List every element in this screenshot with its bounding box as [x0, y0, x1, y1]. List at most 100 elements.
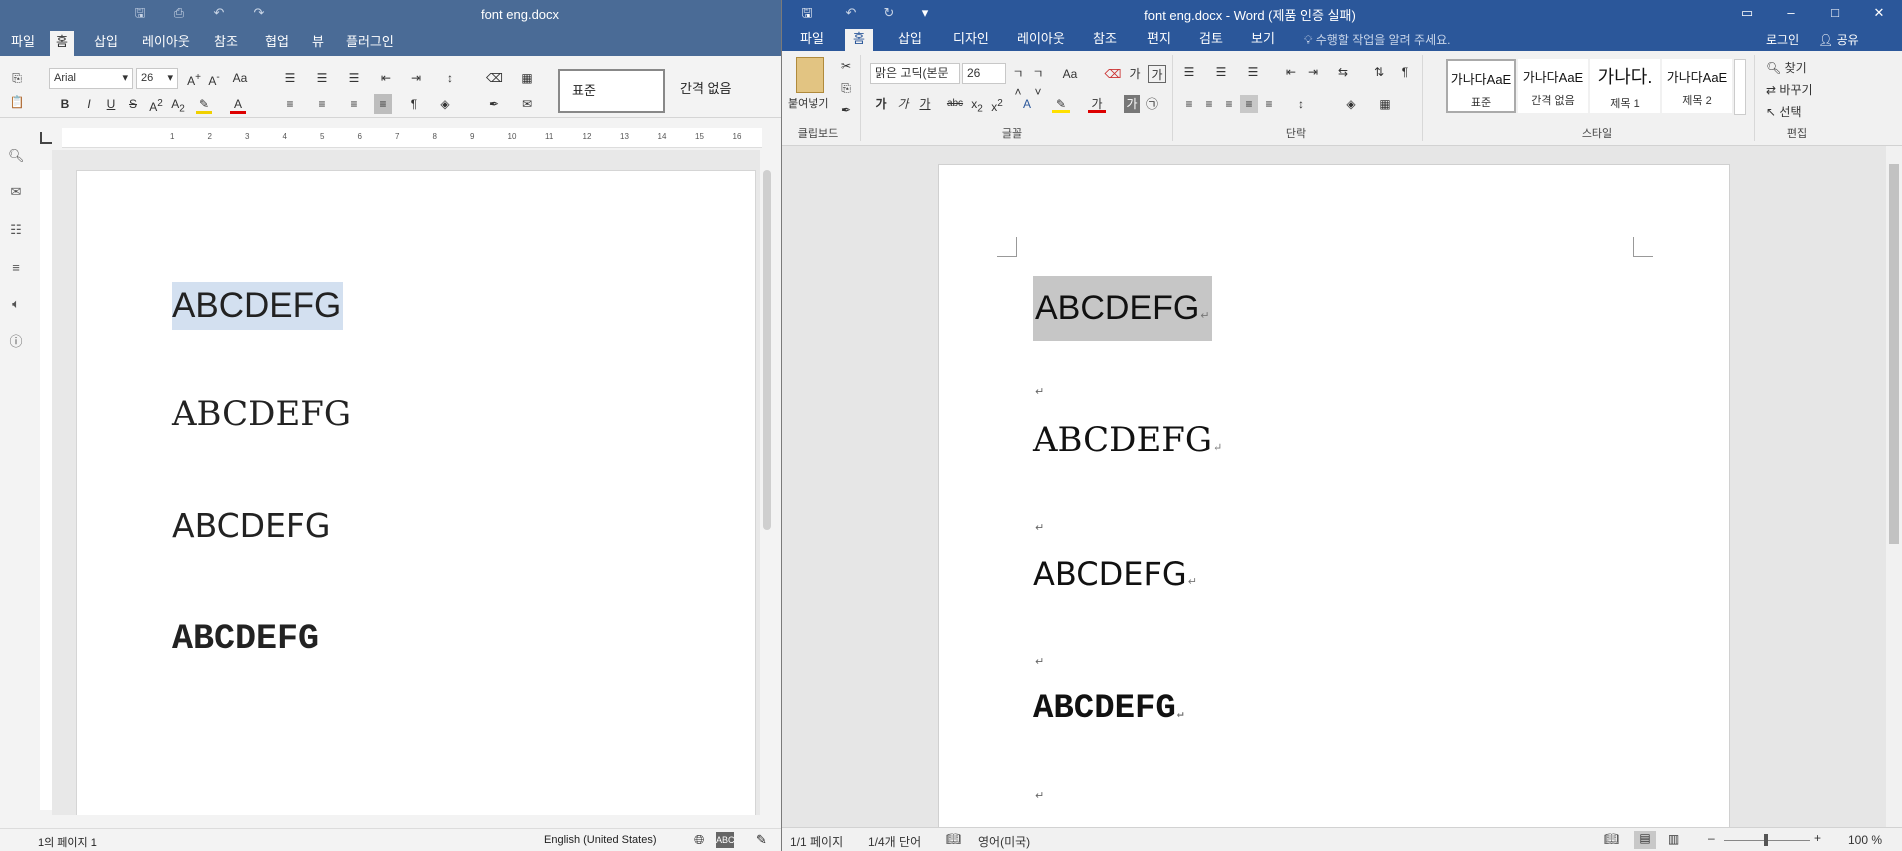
clear-format-icon[interactable]: ⌫: [486, 68, 503, 88]
subscript-icon[interactable]: A2: [170, 94, 186, 114]
number-list-icon[interactable]: ☰: [1212, 63, 1230, 81]
navigation-icon[interactable]: ≡: [8, 260, 24, 276]
minimize-icon[interactable]: –: [1784, 6, 1798, 20]
left-vertical-scrollbar[interactable]: [760, 150, 774, 820]
cut-icon[interactable]: ✂: [838, 57, 854, 75]
proofing-icon[interactable]: 📖︎: [946, 832, 961, 846]
char-shading-icon[interactable]: 가: [1124, 95, 1140, 113]
right-line-mono-bold[interactable]: ABCDEFG↵: [1033, 690, 1183, 728]
left-line-mono-bold[interactable]: ABCDEFG: [172, 619, 319, 659]
tell-me-box[interactable]: 💡︎ 수행할 작업을 알려 주세요.: [1304, 31, 1451, 48]
bullet-list-icon[interactable]: ☰: [1180, 63, 1198, 81]
paste-icon[interactable]: [796, 57, 824, 93]
redo-icon[interactable]: ↷: [252, 6, 266, 20]
chat-icon[interactable]: ☷: [8, 222, 24, 238]
font-color-icon[interactable]: A: [230, 94, 246, 114]
right-font-size-select[interactable]: 26: [962, 63, 1006, 84]
left-menu-file[interactable]: 파일: [5, 34, 41, 56]
undo-icon[interactable]: ↶: [212, 6, 226, 20]
left-menu-view[interactable]: 뷰: [306, 34, 330, 56]
horizontal-ruler[interactable]: 1 2 3 4 5 6 7 8 9 10 11 12 13 14 15 16: [62, 128, 762, 148]
style-heading-2[interactable]: 가나다AaE 제목 2: [1662, 59, 1732, 113]
select-button[interactable]: ↖ 선택: [1766, 103, 1802, 120]
style-no-spacing[interactable]: 간격 없음: [668, 69, 778, 113]
page-count[interactable]: 1/1 페이지: [790, 833, 843, 850]
align-left-icon[interactable]: ≡: [282, 94, 298, 114]
left-line-sans[interactable]: ABCDEFG: [172, 506, 331, 545]
left-menu-plugin[interactable]: 플러그인: [340, 34, 400, 56]
scroll-thumb[interactable]: [1889, 164, 1899, 544]
text-effects-icon[interactable]: A: [1018, 95, 1036, 113]
change-case-icon[interactable]: Aa: [1058, 65, 1082, 83]
phonetic-icon[interactable]: 가: [1126, 65, 1144, 83]
strikethrough-icon[interactable]: S: [126, 94, 140, 114]
zoom-out-icon[interactable]: –: [1708, 831, 1715, 845]
align-right-icon[interactable]: ≡: [1220, 95, 1238, 113]
right-document-page[interactable]: ABCDEFG↵ ↵ ABCDEFG↵ ↵ ABCDEFG↵ ↵ ABCDEFG…: [938, 164, 1730, 827]
undo-icon[interactable]: ↶: [844, 6, 858, 20]
maximize-icon[interactable]: □: [1828, 6, 1842, 20]
tab-view[interactable]: 보기: [1243, 31, 1283, 47]
customize-quick-access-icon[interactable]: ▾: [918, 6, 932, 20]
spellcheck-icon[interactable]: ABC: [716, 832, 735, 848]
line-spacing-icon[interactable]: ↕: [1290, 95, 1312, 113]
left-menu-collab[interactable]: 협업: [259, 34, 295, 56]
left-line-arial-selected[interactable]: ABCDEFG: [172, 282, 344, 330]
left-horizontal-scrollbar[interactable]: [52, 815, 760, 827]
paragraph-mark-icon[interactable]: ¶: [406, 94, 422, 114]
underline-icon[interactable]: U: [104, 94, 118, 114]
login-link[interactable]: 로그인: [1766, 31, 1799, 48]
left-menu-insert[interactable]: 삽입: [88, 34, 124, 56]
char-border-icon[interactable]: 가: [1148, 65, 1166, 83]
highlight-icon[interactable]: ✎: [196, 94, 212, 114]
styles-scroll[interactable]: [1734, 59, 1746, 115]
tab-stop-selector[interactable]: [40, 132, 52, 144]
line-spacing-icon[interactable]: ↕: [440, 68, 460, 88]
bold-icon[interactable]: 가: [874, 95, 888, 113]
word-count[interactable]: 1/4개 단어: [868, 833, 921, 850]
copy-icon[interactable]: ⎘: [838, 79, 854, 97]
increase-indent-icon[interactable]: ⇥: [408, 68, 424, 88]
font-color-icon[interactable]: 가: [1088, 95, 1106, 113]
track-changes-icon[interactable]: ✎: [756, 832, 767, 848]
save-icon[interactable]: 🖫: [800, 6, 814, 20]
distribute-icon[interactable]: ≡: [1260, 95, 1278, 113]
italic-icon[interactable]: 가: [896, 95, 910, 113]
sort-icon[interactable]: ⇅: [1370, 63, 1388, 81]
decrease-indent-icon[interactable]: ⇤: [1282, 63, 1300, 81]
comment-icon[interactable]: ✉: [8, 184, 24, 200]
style-normal[interactable]: 가나다AaE 표준: [1446, 59, 1516, 113]
read-mode-icon[interactable]: 📖︎: [1604, 832, 1619, 846]
align-center-icon[interactable]: ≡: [314, 94, 330, 114]
format-painter-icon[interactable]: ✒: [838, 101, 854, 119]
highlight-icon[interactable]: ✎: [1052, 95, 1070, 113]
tab-insert[interactable]: 삽입: [890, 31, 930, 47]
left-font-size-select[interactable]: 26 ▾: [136, 68, 178, 89]
print-icon[interactable]: ⎙: [172, 6, 186, 20]
speaker-icon[interactable]: 🔈︎: [8, 296, 24, 312]
web-layout-icon[interactable]: ▥: [1668, 832, 1679, 846]
align-right-icon[interactable]: ≡: [346, 94, 362, 114]
superscript-icon[interactable]: A2: [148, 94, 164, 114]
multilevel-list-icon[interactable]: ☰: [346, 68, 362, 88]
paste-icon[interactable]: 📋: [8, 92, 26, 112]
find-button[interactable]: 🔍︎ 찾기: [1766, 59, 1807, 76]
change-case-icon[interactable]: Aa: [228, 68, 252, 88]
tab-mailings[interactable]: 편지: [1139, 31, 1179, 47]
left-menu-reference[interactable]: 참조: [208, 34, 244, 56]
print-layout-icon[interactable]: ▤: [1634, 831, 1656, 849]
underline-icon[interactable]: 가: [918, 95, 932, 113]
close-icon[interactable]: ✕: [1872, 6, 1886, 20]
zoom-slider-thumb[interactable]: [1764, 834, 1768, 846]
bold-icon[interactable]: B: [58, 94, 72, 114]
save-icon[interactable]: 🖫: [133, 6, 147, 20]
mail-icon[interactable]: ✉: [518, 94, 536, 114]
italic-icon[interactable]: I: [82, 94, 96, 114]
replace-button[interactable]: ⇄ 바꾸기: [1766, 81, 1813, 98]
align-left-icon[interactable]: ≡: [1180, 95, 1198, 113]
zoom-in-icon[interactable]: +: [1814, 831, 1821, 845]
decrease-indent-icon[interactable]: ⇤: [378, 68, 394, 88]
increase-indent-icon[interactable]: ⇥: [1304, 63, 1322, 81]
info-icon[interactable]: ⓘ: [8, 334, 24, 350]
align-center-icon[interactable]: ≡: [1200, 95, 1218, 113]
